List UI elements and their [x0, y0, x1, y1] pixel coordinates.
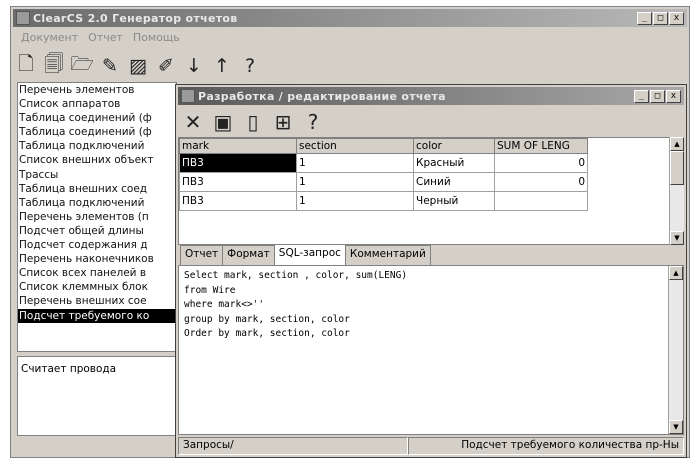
dialog-close-button[interactable]: x [666, 90, 681, 103]
maximize-button[interactable]: □ [653, 12, 668, 25]
result-table: mark section color SUM OF LENG ПВ3 1 Кра… [179, 138, 588, 211]
report-list-item[interactable]: Список клеммных блок [18, 280, 176, 294]
report-list: Перечень элементов Список аппаратов Табл… [17, 82, 177, 352]
column-header-sum-leng[interactable]: SUM OF LENG [494, 138, 588, 154]
report-list-item[interactable]: Таблица внешних соед [18, 182, 176, 196]
main-window-title: ClearCS 2.0 Генератор отчетов [33, 11, 238, 25]
attach-icon[interactable]: ✐ [155, 54, 177, 78]
status-left: Запросы/ [178, 437, 408, 455]
open-icon[interactable]: 🗁 [70, 53, 94, 78]
editor-scrollbar[interactable]: ▲ ▼ [668, 266, 683, 434]
report-list-item[interactable]: Таблица соединений (ф [18, 125, 176, 139]
table-cell[interactable]: ПВ3 [179, 191, 297, 211]
tab-format[interactable]: Формат [222, 245, 275, 265]
tab-report[interactable]: Отчет [180, 245, 224, 265]
close-icon[interactable]: ✕ [182, 110, 204, 134]
main-toolbar: 🗋 🗐 🗁 ✎ ▨ ✐ ↓ ↑ ? [15, 51, 261, 81]
sql-line: group by mark, section, color [184, 313, 350, 325]
clear-icon[interactable]: ▯ [242, 110, 264, 134]
report-description: Считает провода [17, 356, 177, 436]
dialog-minimize-button[interactable]: _ [634, 90, 649, 103]
window-controls: _ □ x [637, 12, 684, 25]
table-header-row: mark section color SUM OF LENG [179, 138, 588, 154]
table-cell[interactable] [494, 191, 588, 211]
dialog-app-icon [181, 89, 195, 103]
dialog-window-controls: _ □ x [634, 90, 681, 103]
column-header-mark[interactable]: mark [179, 138, 297, 154]
scroll-up-button[interactable]: ▲ [670, 137, 684, 151]
move-up-icon[interactable]: ↑ [211, 54, 233, 78]
column-header-color[interactable]: color [413, 138, 495, 154]
table-cell-current[interactable]: ПВ3 [179, 153, 297, 173]
delete-icon[interactable]: ▨ [127, 54, 149, 78]
help-icon[interactable]: ? [302, 110, 324, 134]
dialog-toolbar: ✕ ▣ ▯ ⊞ ? [182, 109, 324, 135]
report-list-item[interactable]: Список внешних объект [18, 153, 176, 167]
table-row[interactable]: ПВ3 1 Черный [179, 191, 588, 211]
sql-line: from Wire [184, 284, 236, 296]
table-cell[interactable]: 1 [296, 172, 414, 192]
table-cell[interactable]: ПВ3 [179, 172, 297, 192]
report-list-item-selected[interactable]: Подсчет требуемого ко [18, 308, 176, 323]
dialog-title: Разработка / редактирование отчета [198, 89, 446, 103]
dialog-maximize-button[interactable]: □ [650, 90, 665, 103]
report-list-item[interactable]: Перечень элементов (п [18, 210, 176, 224]
edit-icon[interactable]: ✎ [99, 54, 121, 78]
dialog-tabs: Отчет Формат SQL-запрос Комментарий [180, 244, 431, 267]
result-grid[interactable]: mark section color SUM OF LENG ПВ3 1 Кра… [178, 137, 672, 245]
preview-icon[interactable]: 🗐 [43, 53, 65, 78]
tab-sql-query[interactable]: SQL-запрос [273, 244, 346, 267]
sql-editor[interactable]: Select mark, section , color, sum(LENG) … [178, 265, 684, 435]
status-right: Подсчет требуемого количества пр-Ны [408, 437, 684, 455]
scroll-down-button[interactable]: ▼ [670, 231, 684, 245]
status-bar: Запросы/ Подсчет требуемого количества п… [178, 437, 684, 455]
table-cell[interactable]: 1 [296, 153, 414, 173]
report-list-item[interactable]: Таблица подключений [18, 196, 176, 210]
scroll-thumb[interactable] [670, 151, 684, 185]
grid-scrollbar[interactable]: ▲ ▼ [669, 137, 684, 245]
help-icon[interactable]: ? [239, 54, 261, 78]
report-list-item[interactable]: Перечень наконечников [18, 252, 176, 266]
save-icon[interactable]: ▣ [212, 110, 234, 134]
sql-line: Select mark, section , color, sum(LENG) [184, 270, 408, 281]
report-editor-dialog: Разработка / редактирование отчета _ □ x… [175, 84, 687, 458]
app-icon [16, 11, 30, 25]
report-list-item[interactable]: Трассы [18, 168, 176, 182]
table-cell[interactable]: Синий [413, 172, 495, 192]
table-cell[interactable]: 0 [494, 172, 588, 192]
table-cell[interactable]: 1 [296, 191, 414, 211]
sql-line: Order by mark, section, color [184, 328, 350, 339]
close-button[interactable]: x [669, 12, 684, 25]
table-row[interactable]: ПВ3 1 Синий 0 [179, 172, 588, 192]
tab-comment[interactable]: Комментарий [344, 245, 431, 265]
menu-bar: Документ Отчет Помощь [13, 29, 180, 46]
minimize-button[interactable]: _ [637, 12, 652, 25]
sql-line: where mark<>'' [184, 299, 265, 310]
menu-help[interactable]: Помощь [133, 31, 180, 44]
table-cell[interactable]: Красный [413, 153, 495, 173]
report-list-item[interactable]: Список аппаратов [18, 97, 176, 111]
table-cell[interactable]: 0 [494, 153, 588, 173]
move-down-icon[interactable]: ↓ [183, 54, 205, 78]
report-list-item[interactable]: Список всех панелей в [18, 266, 176, 280]
editor-scroll-up-button[interactable]: ▲ [669, 266, 683, 280]
report-list-item[interactable]: Перечень элементов [18, 83, 176, 97]
column-header-section[interactable]: section [296, 138, 414, 154]
editor-scroll-down-button[interactable]: ▼ [669, 420, 683, 434]
dialog-title-bar[interactable]: Разработка / редактирование отчета _ □ x [178, 87, 684, 105]
report-list-item[interactable]: Подсчет общей длины [18, 224, 176, 238]
new-document-icon[interactable]: 🗋 [15, 53, 37, 78]
table-cell[interactable]: Черный [413, 191, 495, 211]
report-list-item[interactable]: Таблица соединений (ф [18, 111, 176, 125]
table-view-icon[interactable]: ⊞ [272, 110, 294, 134]
main-title-bar[interactable]: ClearCS 2.0 Генератор отчетов _ □ x [13, 9, 687, 27]
report-list-item[interactable]: Перечень внешних сое [18, 294, 176, 308]
menu-document[interactable]: Документ [21, 31, 78, 44]
report-list-item[interactable]: Таблица подключений [18, 139, 176, 153]
report-list-item[interactable]: Подсчет содержания д [18, 238, 176, 252]
table-row[interactable]: ПВ3 1 Красный 0 [179, 153, 588, 173]
report-description-text: Считает провода [21, 363, 117, 375]
menu-report[interactable]: Отчет [88, 31, 123, 44]
